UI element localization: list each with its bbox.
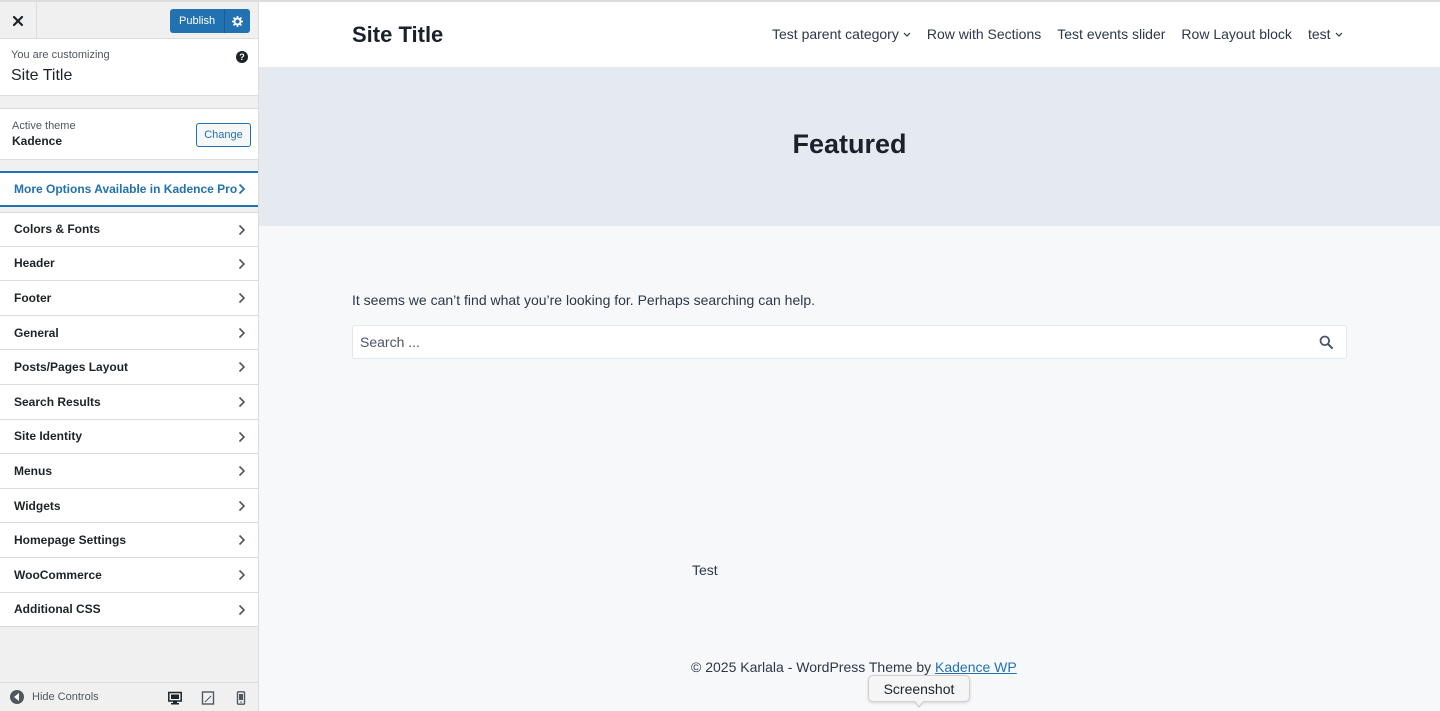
panel-item[interactable]: Site Identity bbox=[0, 419, 258, 455]
page-content: It seems we can’t find what you’re looki… bbox=[259, 226, 1440, 711]
search-input[interactable] bbox=[353, 326, 1303, 358]
chevron-right-icon bbox=[238, 258, 246, 269]
panel-item[interactable]: WooCommerce bbox=[0, 557, 258, 593]
panel-item[interactable]: Additional CSS bbox=[0, 592, 258, 628]
footer-widget-text: Test bbox=[692, 562, 718, 578]
nav-item-label: Row Layout block bbox=[1181, 26, 1292, 42]
customizing-label: You are customizing bbox=[11, 49, 110, 61]
panel-item[interactable]: Posts/Pages Layout bbox=[0, 350, 258, 385]
nav-item[interactable]: Row with Sections bbox=[927, 26, 1041, 42]
help-icon[interactable]: ? bbox=[236, 51, 248, 63]
footer-copyright: © 2025 Karlala - WordPress Theme by Kade… bbox=[691, 659, 1017, 675]
mobile-icon bbox=[236, 691, 246, 705]
desktop-preview-button[interactable] bbox=[167, 690, 183, 706]
page-title: Featured bbox=[792, 129, 907, 159]
panel-item[interactable]: Search Results bbox=[0, 384, 258, 420]
publish-button[interactable]: Publish bbox=[170, 9, 226, 33]
change-theme-button[interactable]: Change bbox=[196, 123, 251, 147]
pro-options-label: More Options Available in Kadence Pro bbox=[14, 182, 238, 196]
search-icon[interactable] bbox=[1319, 335, 1333, 349]
panel-item-label: Posts/Pages Layout bbox=[14, 360, 129, 375]
copyright-text: © 2025 Karlala - WordPress Theme by bbox=[691, 659, 936, 675]
panel-item[interactable]: Header bbox=[0, 246, 258, 282]
chevron-right-icon bbox=[238, 535, 246, 546]
panel-item-label: Search Results bbox=[14, 394, 101, 409]
tablet-preview-button[interactable] bbox=[200, 690, 216, 706]
publish-settings-button[interactable] bbox=[225, 9, 251, 33]
panel-item-label: Header bbox=[14, 256, 55, 271]
chevron-down-icon bbox=[1335, 32, 1342, 37]
panel-item[interactable]: Widgets bbox=[0, 488, 258, 524]
chevron-right-icon bbox=[238, 431, 246, 442]
chevron-right-icon bbox=[238, 224, 246, 236]
chevron-right-icon bbox=[238, 604, 246, 615]
panel-item-label: WooCommerce bbox=[14, 567, 102, 582]
panel-item[interactable]: Footer bbox=[0, 281, 258, 316]
nav-item-label: Test parent category bbox=[772, 26, 899, 42]
gear-icon bbox=[232, 15, 244, 27]
customizing-info: You are customizing Site Title ? bbox=[0, 39, 258, 96]
panel-item[interactable]: Colors & Fonts bbox=[0, 212, 258, 247]
active-theme-section: Active theme Kadence Change bbox=[0, 108, 258, 160]
nav-item[interactable]: Test parent category bbox=[772, 26, 911, 42]
active-theme-name: Kadence bbox=[12, 134, 63, 148]
customizer-sidebar: Publish You are customizing Site Title ?… bbox=[0, 0, 259, 711]
panel-item[interactable]: Homepage Settings bbox=[0, 523, 258, 558]
chevron-right-icon bbox=[238, 327, 246, 338]
publish-group: Publish bbox=[170, 9, 251, 33]
panel-item-label: Widgets bbox=[14, 498, 61, 513]
chevron-right-icon bbox=[238, 396, 246, 408]
chevron-right-icon bbox=[238, 293, 246, 304]
desktop-icon bbox=[168, 691, 182, 705]
nav-item-label: test bbox=[1307, 26, 1331, 42]
nav-item-label: Test events slider bbox=[1057, 26, 1166, 42]
nav-item[interactable]: Test events slider bbox=[1057, 26, 1165, 42]
panel-item-label: Additional CSS bbox=[14, 602, 101, 617]
chevron-down-icon bbox=[903, 32, 911, 37]
customizer-footer: Hide Controls bbox=[0, 682, 258, 711]
close-icon bbox=[12, 15, 24, 26]
chevron-right-icon bbox=[238, 183, 246, 195]
hide-controls-label: Hide Controls bbox=[32, 691, 99, 703]
chevron-right-icon bbox=[238, 466, 246, 477]
panel-item-label: Site Identity bbox=[14, 429, 83, 444]
customizing-site-title: Site Title bbox=[11, 67, 73, 84]
screenshot-tooltip: Screenshot bbox=[868, 675, 970, 702]
nav-item-label: Row with Sections bbox=[926, 26, 1042, 42]
site-preview: Site Title Test parent category Row with … bbox=[259, 0, 1440, 711]
customizer-panel-list: Colors & Fonts Header Footer General Posts/P… bbox=[0, 212, 258, 628]
chevron-right-icon bbox=[238, 500, 246, 511]
kadence-pro-options-link[interactable]: More Options Available in Kadence Pro bbox=[0, 171, 258, 207]
chevron-right-icon bbox=[238, 362, 246, 373]
search-form bbox=[352, 325, 1347, 359]
close-customizer-button[interactable] bbox=[0, 2, 37, 39]
mobile-preview-button[interactable] bbox=[233, 690, 249, 706]
panel-item[interactable]: Menus bbox=[0, 454, 258, 489]
site-title[interactable]: Site Title bbox=[352, 22, 443, 48]
panel-item-label: Homepage Settings bbox=[14, 533, 127, 548]
active-theme-label: Active theme bbox=[12, 120, 76, 132]
page-hero: Featured bbox=[259, 67, 1440, 226]
customizer-header: Publish bbox=[0, 0, 258, 39]
not-found-message: It seems we can’t find what you’re looki… bbox=[352, 292, 816, 308]
panel-item-label: Colors & Fonts bbox=[14, 222, 100, 237]
nav-item[interactable]: Row Layout block bbox=[1181, 26, 1292, 42]
primary-navigation: Test parent category Row with Sections Tes… bbox=[772, 26, 1343, 42]
chevron-right-icon bbox=[238, 569, 246, 581]
panel-item-label: Footer bbox=[14, 290, 52, 305]
tablet-icon bbox=[201, 691, 215, 705]
collapse-arrow-icon bbox=[10, 690, 24, 704]
site-header: Site Title Test parent category Row with … bbox=[259, 0, 1440, 67]
panel-item-label: General bbox=[14, 325, 59, 340]
kadence-wp-link[interactable]: Kadence WP bbox=[935, 659, 1017, 675]
panel-item[interactable]: General bbox=[0, 315, 258, 351]
nav-item[interactable]: test bbox=[1308, 26, 1343, 42]
panel-item-label: Menus bbox=[14, 463, 53, 478]
hide-controls-button[interactable]: Hide Controls bbox=[10, 690, 99, 704]
tooltip-arrow-inner bbox=[914, 700, 924, 706]
